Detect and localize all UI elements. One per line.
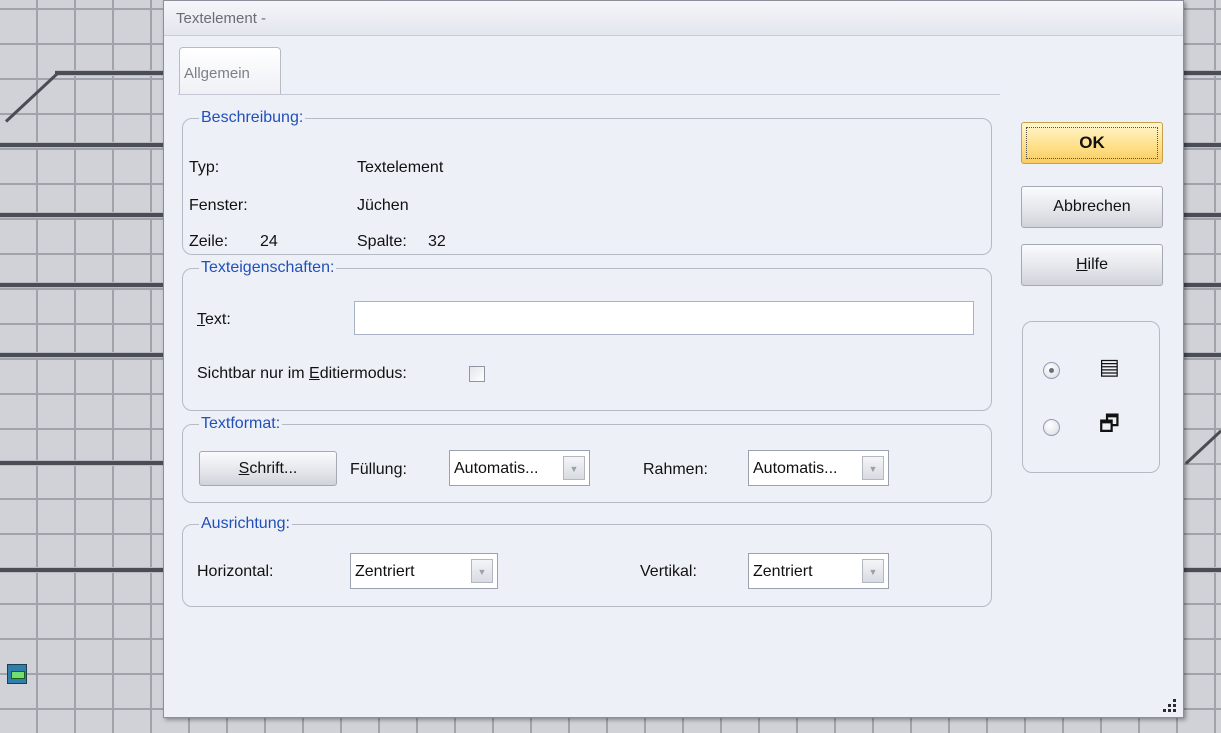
rahmen-value: Automatis... (753, 460, 838, 477)
track-line (0, 283, 165, 287)
list-view-icon: ▤ (1099, 354, 1120, 379)
resize-grip-icon[interactable] (1163, 699, 1177, 713)
group-title: Ausrichtung: (201, 515, 290, 532)
cascade-windows-icon: 🗗 (1099, 411, 1120, 436)
track-line (0, 353, 165, 357)
group-texteigenschaften: Texteigenschaften: Text: Sichtbar nur im… (182, 259, 992, 411)
fuellung-label: Füllung: (350, 461, 407, 478)
tab-allgemein[interactable]: Allgemein (179, 47, 281, 95)
sichtbar-checkbox[interactable] (469, 366, 485, 382)
tab-panel-allgemein: Beschreibung: Typ: Textelement Fenster: … (178, 94, 1000, 705)
textelement-dialog: Textelement - Allgemein Beschreibung: Ty… (163, 0, 1184, 718)
typ-label: Typ: (189, 159, 220, 176)
ok-button[interactable]: OK (1021, 122, 1163, 164)
rahmen-label: Rahmen: (643, 461, 708, 478)
chevron-down-icon[interactable]: ▼ (862, 559, 884, 583)
focus-rect (1026, 127, 1158, 159)
track-line (0, 568, 165, 572)
title-bar[interactable]: Textelement - (164, 1, 1183, 36)
group-title: Texteigenschaften: (201, 259, 335, 276)
track-line (1184, 143, 1221, 147)
track-line (0, 461, 165, 465)
group-beschreibung: Beschreibung: Typ: Textelement Fenster: … (182, 109, 992, 255)
horizontal-label: Horizontal: (197, 563, 274, 580)
spalte-value: 32 (428, 233, 446, 250)
view-mode-radio-list[interactable] (1043, 362, 1060, 379)
sichtbar-label: Sichtbar nur im Editiermodus: (197, 365, 407, 383)
group-textformat: Textformat: Schrift... Füllung: Automati… (182, 415, 992, 503)
typ-value: Textelement (357, 159, 444, 176)
track-line (1184, 283, 1221, 287)
vertikal-label: Vertikal: (640, 563, 697, 580)
schrift-button[interactable]: Schrift... (199, 451, 337, 486)
chevron-down-icon[interactable]: ▼ (862, 456, 884, 480)
track-line (1184, 213, 1221, 217)
text-label-rest: ext: (205, 311, 231, 328)
track-line (1184, 568, 1221, 572)
schrift-label: chrift... (249, 459, 298, 477)
fenster-label: Fenster: (189, 197, 248, 214)
signal-element[interactable] (7, 664, 27, 684)
group-title: Textformat: (201, 415, 281, 432)
view-mode-radio-cascade[interactable] (1043, 419, 1060, 436)
text-label: Text: (197, 311, 231, 329)
rahmen-select[interactable]: Automatis... ▼ (748, 450, 889, 486)
chevron-down-icon[interactable]: ▼ (471, 559, 493, 583)
fuellung-value: Automatis... (454, 460, 539, 477)
zeile-label: Zeile: (189, 233, 229, 250)
hilfe-button[interactable]: Hilfe (1021, 244, 1163, 286)
track-line (1184, 353, 1221, 357)
sichtbar-label-access-key: E (309, 365, 320, 382)
abbrechen-button[interactable]: Abbrechen (1021, 186, 1163, 228)
horizontal-select[interactable]: Zentriert ▼ (350, 553, 498, 589)
spalte-label: Spalte: (357, 233, 407, 250)
track-line (0, 213, 165, 217)
track-line (0, 143, 165, 147)
sichtbar-label-pre: Sichtbar nur im (197, 365, 310, 382)
text-input[interactable] (354, 301, 974, 335)
hilfe-access-key: H (1075, 256, 1088, 273)
track-line (1184, 429, 1221, 465)
track-line (1184, 71, 1221, 75)
track-line (4, 72, 59, 123)
group-title: Beschreibung: (201, 109, 304, 126)
horizontal-value: Zentriert (355, 563, 415, 580)
fuellung-select[interactable]: Automatis... ▼ (449, 450, 590, 486)
schrift-access-key: S (238, 459, 250, 477)
fenster-value: Jüchen (357, 197, 409, 214)
track-line (55, 71, 165, 75)
sichtbar-label-post: ditiermodus: (319, 365, 407, 382)
abbrechen-label: Abbrechen (1053, 198, 1131, 215)
vertikal-value: Zentriert (753, 563, 813, 580)
tab-label: Allgemein (184, 65, 250, 82)
hilfe-label: ilfe (1087, 256, 1108, 273)
group-ausrichtung: Ausrichtung: Horizontal: Zentriert ▼ Ver… (182, 515, 992, 607)
zeile-value: 24 (260, 233, 278, 250)
vertikal-select[interactable]: Zentriert ▼ (748, 553, 889, 589)
view-mode-group: ▤ 🗗 (1022, 321, 1160, 473)
window-title: Textelement - (176, 10, 267, 27)
chevron-down-icon[interactable]: ▼ (563, 456, 585, 480)
text-label-access-key: T (197, 311, 205, 328)
